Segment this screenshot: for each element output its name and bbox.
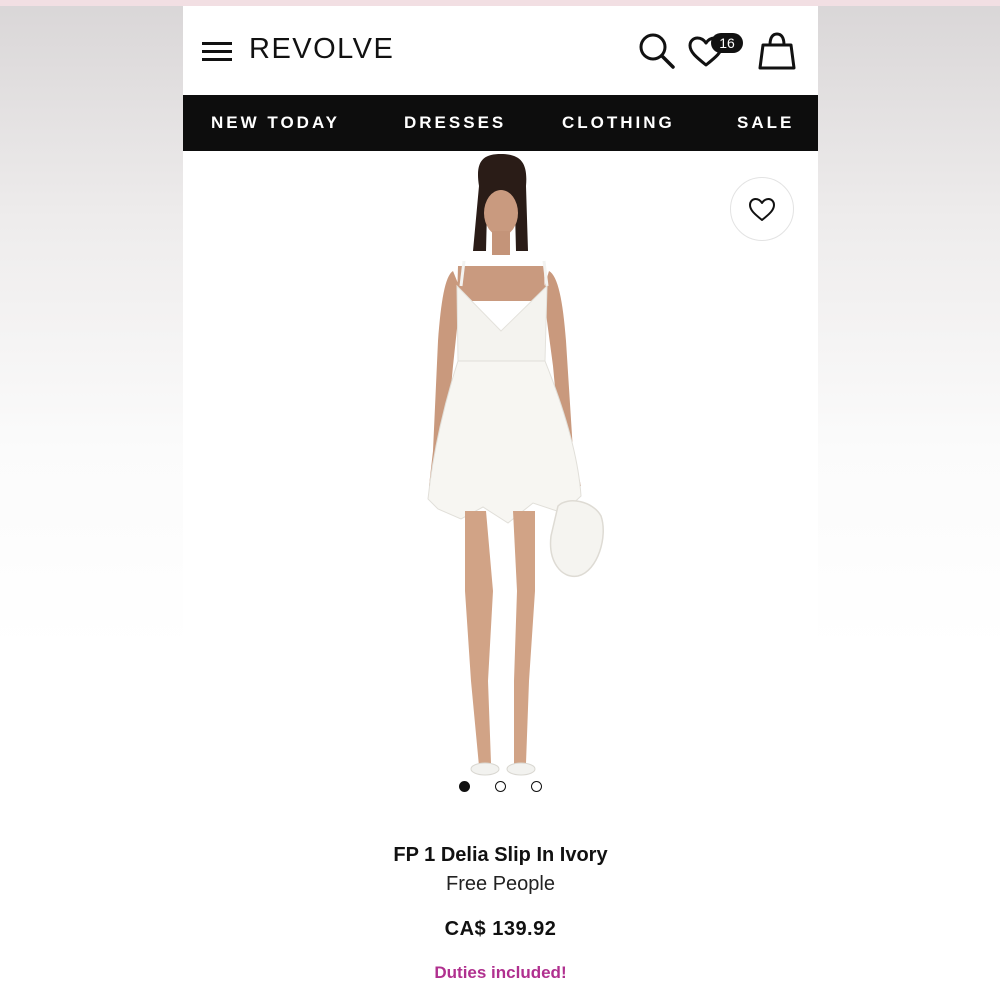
product-title: FP 1 Delia Slip In Ivory — [393, 844, 608, 866]
search-icon[interactable] — [638, 32, 676, 70]
product-photo — [427, 154, 604, 776]
duties-note: Duties included! — [434, 963, 567, 982]
gallery-dot-1[interactable] — [459, 781, 470, 792]
nav-dresses[interactable]: DRESSES — [404, 95, 506, 151]
product-image-gallery[interactable] — [183, 151, 818, 816]
gallery-dot-3[interactable] — [531, 781, 542, 792]
add-to-wishlist-button[interactable] — [730, 177, 794, 241]
gallery-pagination — [458, 781, 548, 795]
menu-icon[interactable] — [202, 42, 232, 62]
heart-outline-icon — [749, 198, 775, 221]
bag-icon[interactable] — [757, 31, 797, 71]
product-page: REVOLVE 16 NEW TODAY DRESSES CLOTHING SA… — [183, 6, 818, 1000]
site-header: REVOLVE 16 — [183, 6, 818, 96]
nav-sale[interactable]: SALE — [737, 95, 794, 151]
site-logo[interactable]: REVOLVE — [249, 33, 394, 66]
product-brand-link[interactable]: Free People — [183, 873, 818, 896]
product-price: CA$ 139.92 — [444, 918, 557, 940]
gallery-dot-2[interactable] — [495, 781, 506, 792]
wishlist-count-badge: 16 — [711, 33, 743, 53]
nav-new-today[interactable]: NEW TODAY — [211, 95, 340, 151]
nav-clothing[interactable]: CLOTHING — [562, 95, 675, 151]
category-nav: NEW TODAY DRESSES CLOTHING SALE — [183, 95, 818, 151]
